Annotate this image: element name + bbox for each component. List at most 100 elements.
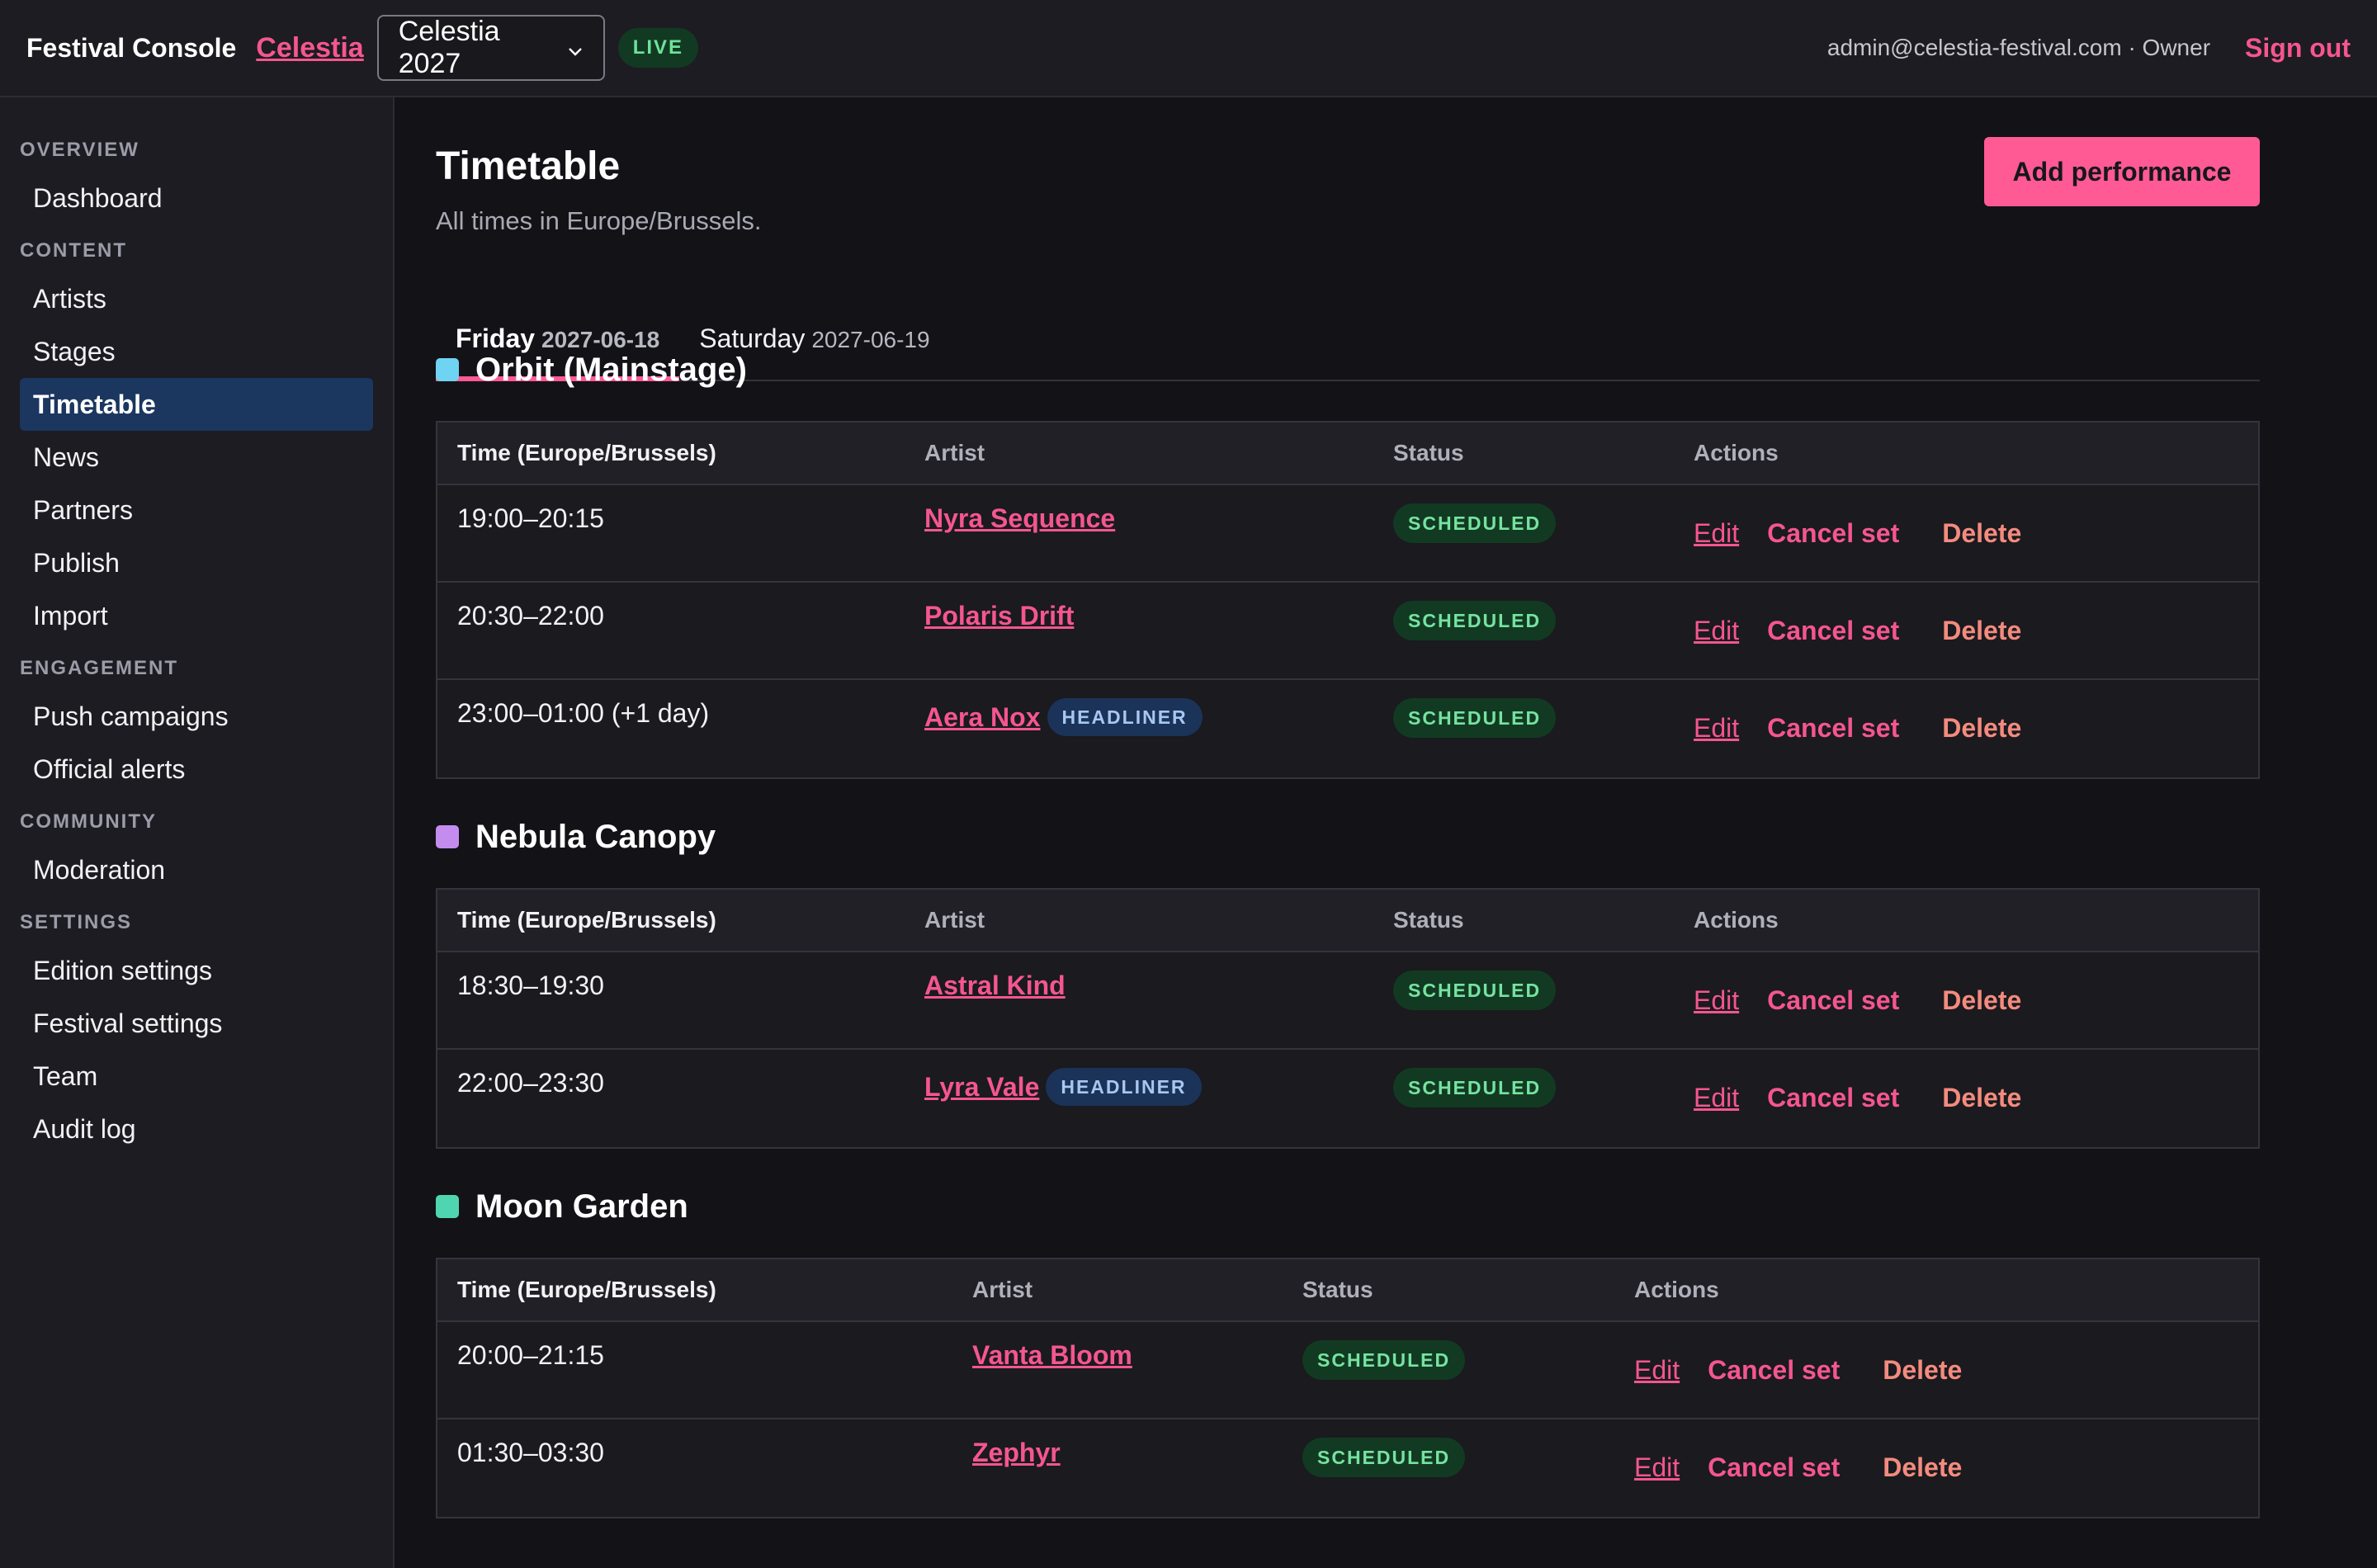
sidebar: OVERVIEW Dashboard CONTENT Artists Stages Tim…: [0, 97, 395, 1568]
status-badge: SCHEDULED: [1393, 971, 1557, 1010]
column-header-time: Time (Europe/Brussels): [457, 1277, 716, 1302]
edit-link[interactable]: Edit: [1634, 1355, 1680, 1386]
table-row: 01:30–03:30 Zephyr SCHEDULED Edit Cancel set…: [437, 1419, 2258, 1517]
nav-heading: OVERVIEW: [20, 139, 139, 161]
stage-section: Nebula Canopy Time (Europe/Brussels) Artis…: [436, 812, 2260, 1149]
sidebar-item-dashboard[interactable]: Dashboard: [20, 172, 373, 224]
nav-heading: CONTENT: [20, 239, 127, 262]
sidebar-item-moderation[interactable]: Moderation: [20, 843, 373, 896]
artist-link[interactable]: Astral Kind: [924, 971, 1066, 1001]
artist-cell: Lyra Vale HEADLINER: [905, 1050, 1373, 1106]
delete-button[interactable]: Delete: [1942, 518, 2021, 549]
column-header-artist: Artist: [972, 1277, 1033, 1302]
status-badge: SCHEDULED: [1393, 698, 1557, 738]
sidebar-item-partners[interactable]: Partners: [20, 484, 373, 536]
artist-cell: Aera Nox HEADLINER: [905, 680, 1373, 736]
sidebar-item-edition-settings[interactable]: Edition settings: [20, 944, 373, 997]
artist-cell: Astral Kind: [905, 952, 1373, 1001]
nav-section-settings: SETTINGS Edition settings Festival setting…: [20, 911, 373, 1155]
artist-link[interactable]: Aera Nox: [924, 702, 1041, 733]
status-cell: SCHEDULED: [1373, 583, 1674, 640]
edit-link[interactable]: Edit: [1694, 1083, 1739, 1113]
artist-cell: Nyra Sequence: [905, 485, 1373, 534]
edit-link[interactable]: Edit: [1694, 985, 1739, 1016]
delete-button[interactable]: Delete: [1942, 985, 2021, 1016]
sidebar-item-official-alerts[interactable]: Official alerts: [20, 743, 373, 796]
column-header-actions: Actions: [1634, 1277, 1719, 1302]
performance-time: 18:30–19:30: [457, 971, 604, 1000]
sidebar-item-artists[interactable]: Artists: [20, 272, 373, 325]
sidebar-item-team[interactable]: Team: [20, 1050, 373, 1103]
actions-cell: Edit Cancel set Delete: [1674, 680, 2258, 744]
column-header-actions: Actions: [1694, 907, 1779, 933]
status-cell: SCHEDULED: [1283, 1419, 1614, 1477]
column-header-artist: Artist: [924, 440, 985, 465]
artist-link[interactable]: Vanta Bloom: [972, 1340, 1132, 1371]
stage-header: Orbit (Mainstage): [436, 345, 2260, 394]
cancel-set-button[interactable]: Cancel set: [1767, 518, 1899, 549]
delete-button[interactable]: Delete: [1883, 1452, 1962, 1483]
add-performance-button[interactable]: Add performance: [1984, 137, 2260, 206]
column-header-status: Status: [1393, 907, 1464, 933]
performance-time: 01:30–03:30: [457, 1438, 604, 1467]
cancel-set-button[interactable]: Cancel set: [1708, 1355, 1840, 1386]
sidebar-item-festival-settings[interactable]: Festival settings: [20, 997, 373, 1050]
edit-link[interactable]: Edit: [1694, 518, 1739, 549]
cancel-set-button[interactable]: Cancel set: [1767, 713, 1899, 744]
actions-cell: Edit Cancel set Delete: [1614, 1322, 2258, 1386]
sidebar-item-publish[interactable]: Publish: [20, 536, 373, 589]
stage-color-swatch: [436, 1195, 459, 1218]
table-header-row: Time (Europe/Brussels) Artist Status Action…: [437, 1259, 2258, 1322]
sign-out-button[interactable]: Sign out: [2245, 33, 2351, 64]
actions-cell: Edit Cancel set Delete: [1674, 952, 2258, 1016]
status-cell: SCHEDULED: [1283, 1322, 1614, 1380]
cancel-set-button[interactable]: Cancel set: [1708, 1452, 1840, 1483]
nav-section-engagement: ENGAGEMENT Push campaigns Official alerts: [20, 657, 373, 796]
live-badge: LIVE: [617, 28, 699, 68]
artist-link[interactable]: Zephyr: [972, 1438, 1061, 1468]
sidebar-item-import[interactable]: Import: [20, 589, 373, 642]
sidebar-item-audit-log[interactable]: Audit log: [20, 1103, 373, 1155]
status-badge: SCHEDULED: [1393, 601, 1557, 640]
app-brand: Festival Console: [26, 32, 237, 63]
headliner-badge: HEADLINER: [1046, 1068, 1202, 1106]
stage-color-swatch: [436, 825, 459, 848]
edit-link[interactable]: Edit: [1694, 616, 1739, 646]
stage-name: Nebula Canopy: [475, 818, 716, 855]
table-row: 20:30–22:00 Polaris Drift SCHEDULED Edit Can…: [437, 583, 2258, 680]
cancel-set-button[interactable]: Cancel set: [1767, 985, 1899, 1016]
delete-button[interactable]: Delete: [1883, 1355, 1962, 1386]
column-header-status: Status: [1302, 1277, 1373, 1302]
cancel-set-button[interactable]: Cancel set: [1767, 616, 1899, 646]
artist-link[interactable]: Polaris Drift: [924, 601, 1074, 631]
artist-link[interactable]: Nyra Sequence: [924, 503, 1115, 534]
status-badge: SCHEDULED: [1393, 503, 1557, 543]
sidebar-item-push-campaigns[interactable]: Push campaigns: [20, 690, 373, 743]
table-row: 23:00–01:00 (+1 day) Aera Nox HEADLINER SCH…: [437, 680, 2258, 777]
performance-time: 20:00–21:15: [457, 1340, 604, 1370]
status-badge: SCHEDULED: [1302, 1438, 1466, 1477]
stage-section: Orbit (Mainstage) Time (Europe/Brussels) A…: [436, 345, 2260, 779]
cancel-set-button[interactable]: Cancel set: [1767, 1083, 1899, 1113]
stage-header: Moon Garden: [436, 1182, 2260, 1231]
column-header-time: Time (Europe/Brussels): [457, 440, 716, 465]
delete-button[interactable]: Delete: [1942, 713, 2021, 744]
sidebar-item-news[interactable]: News: [20, 431, 373, 484]
edit-link[interactable]: Edit: [1694, 713, 1739, 744]
timetable-table: Time (Europe/Brussels) Artist Status Action…: [436, 1258, 2260, 1518]
delete-button[interactable]: Delete: [1942, 616, 2021, 646]
stage-color-swatch: [436, 358, 459, 381]
chevron-down-icon: [567, 32, 584, 64]
edit-link[interactable]: Edit: [1634, 1452, 1680, 1483]
sidebar-item-stages[interactable]: Stages: [20, 325, 373, 378]
edition-select[interactable]: Celestia 2027: [376, 15, 605, 81]
column-header-time: Time (Europe/Brussels): [457, 907, 716, 933]
delete-button[interactable]: Delete: [1942, 1083, 2021, 1113]
festival-link[interactable]: Celestia: [256, 32, 363, 64]
artist-link[interactable]: Lyra Vale: [924, 1072, 1039, 1103]
status-cell: SCHEDULED: [1373, 1050, 1674, 1108]
table-row: 20:00–21:15 Vanta Bloom SCHEDULED Edit Cance…: [437, 1322, 2258, 1419]
timetable-table: Time (Europe/Brussels) Artist Status Action…: [436, 888, 2260, 1149]
sidebar-item-timetable[interactable]: Timetable: [20, 378, 373, 431]
column-header-actions: Actions: [1694, 440, 1779, 465]
